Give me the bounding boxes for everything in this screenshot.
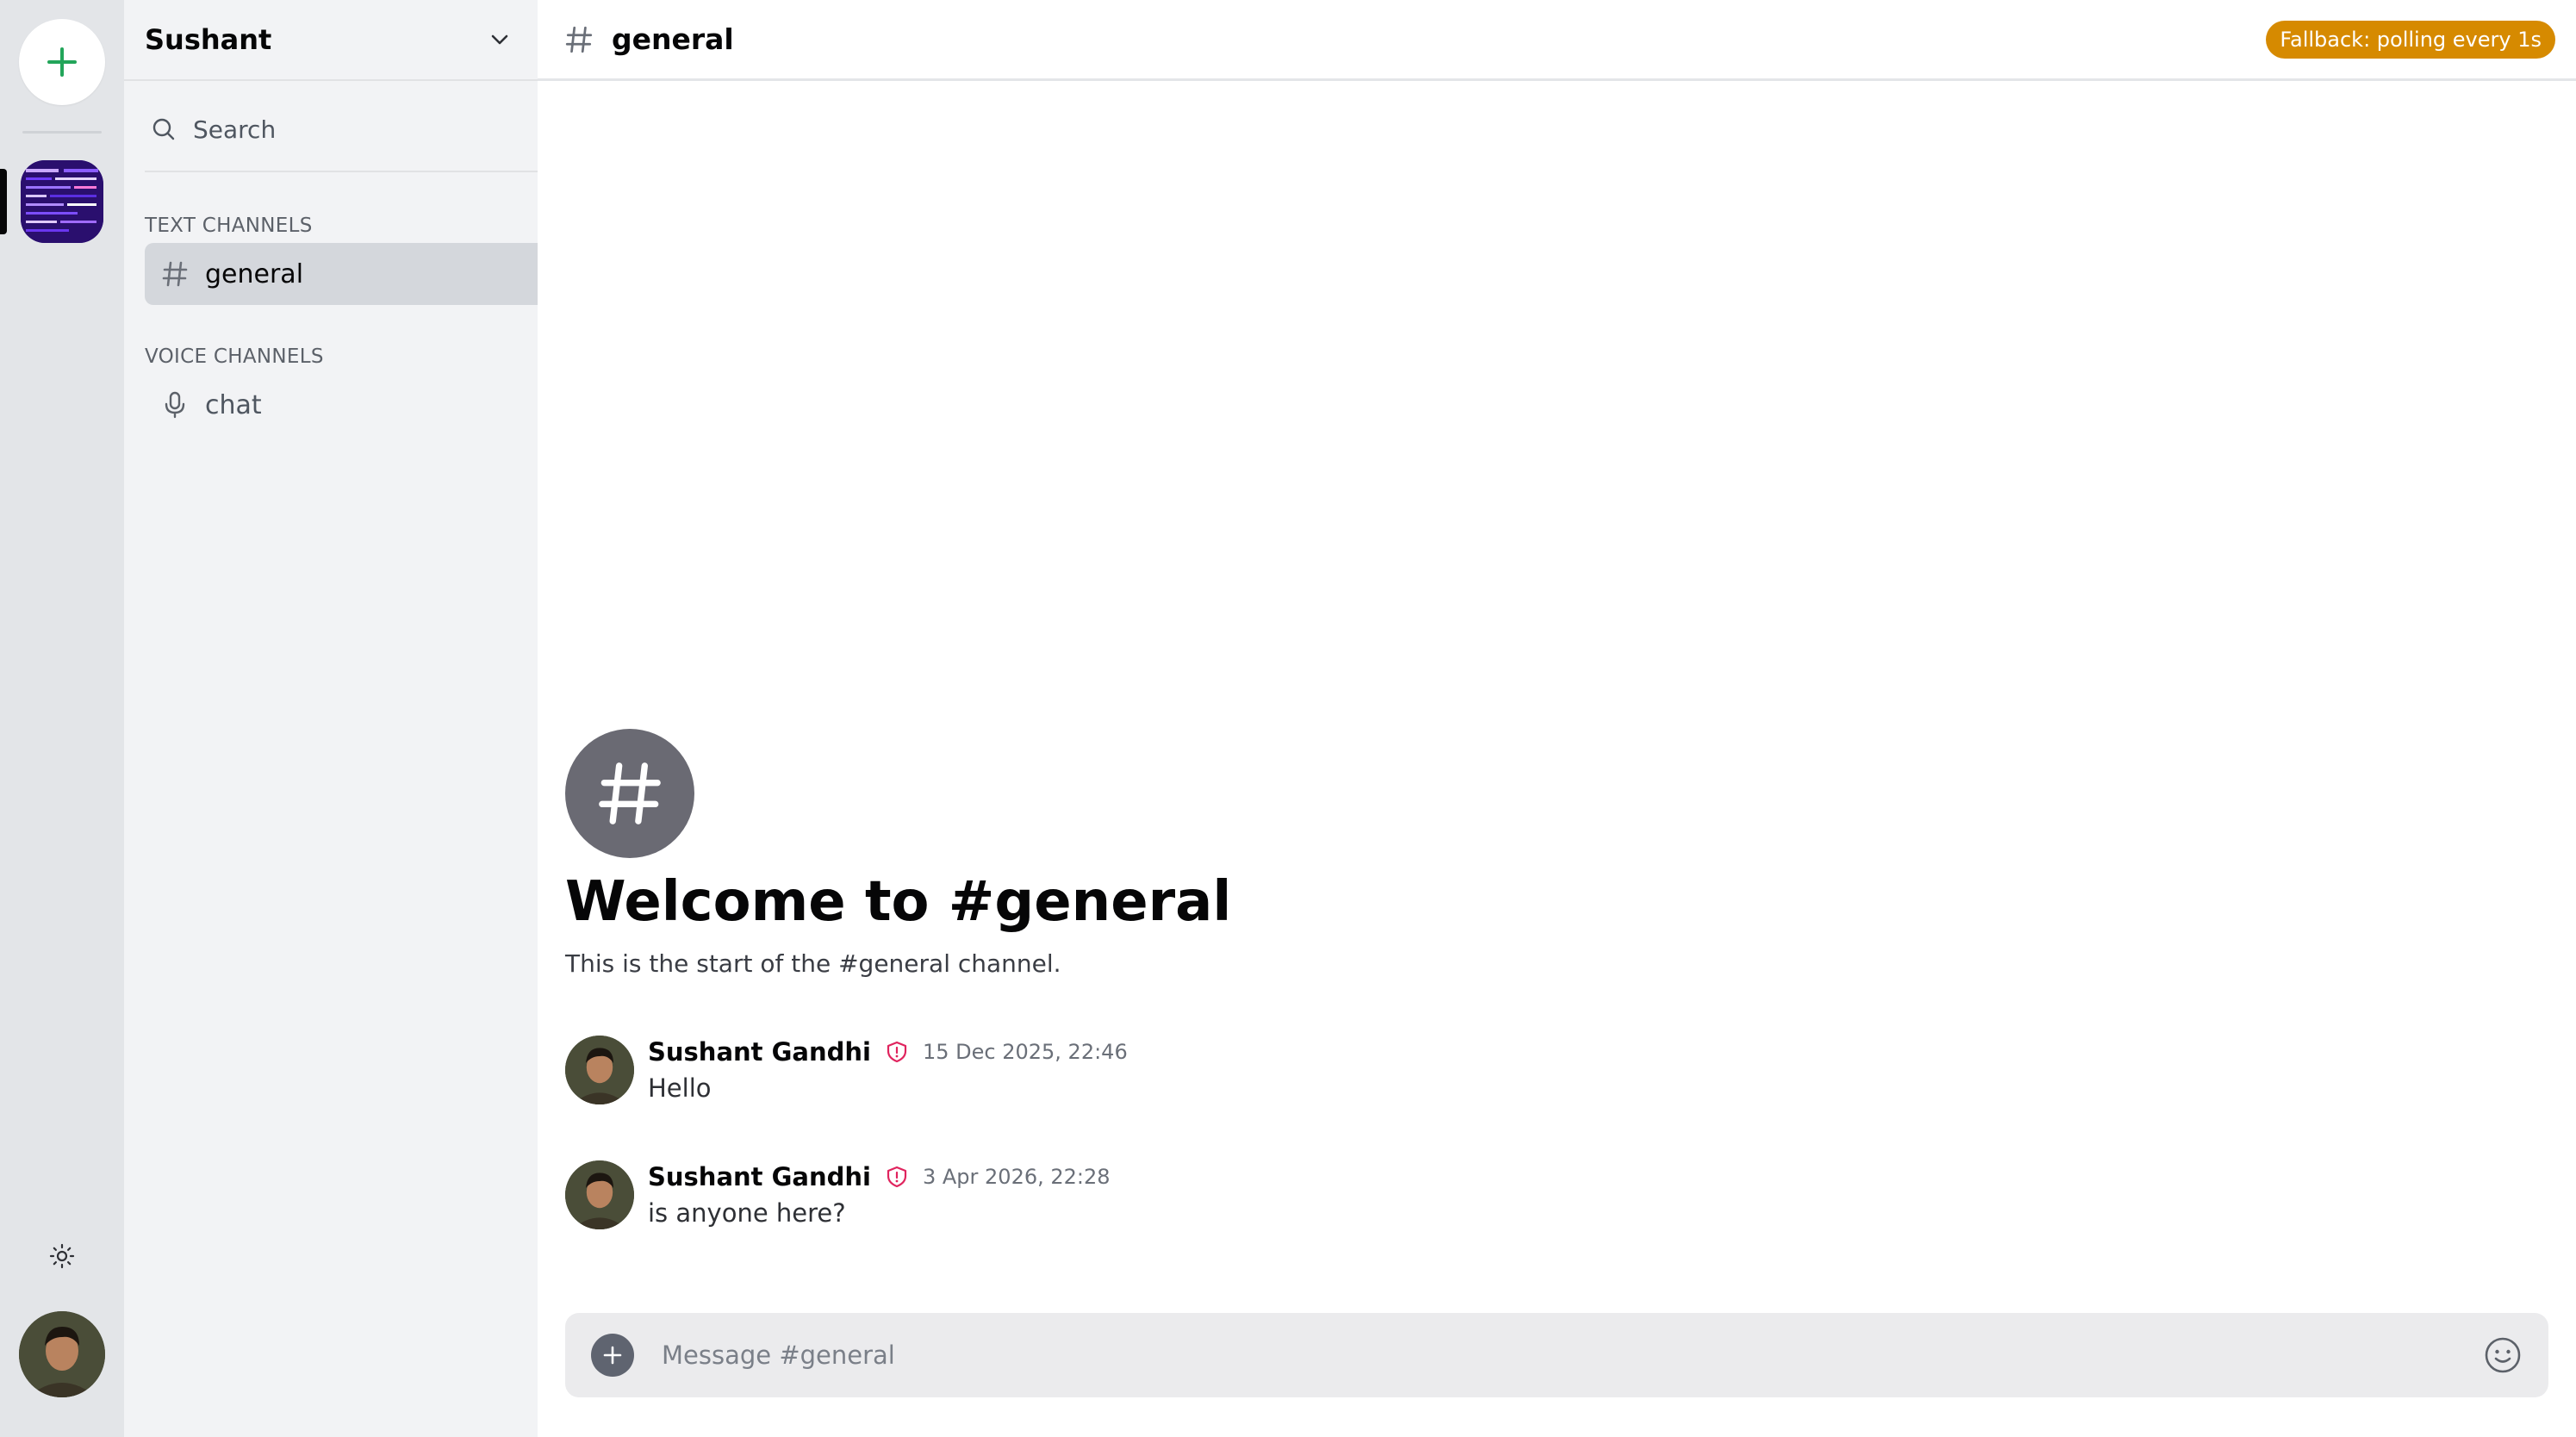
message-input[interactable]	[662, 1329, 2481, 1381]
hash-icon	[599, 762, 661, 824]
server-icon[interactable]	[21, 160, 103, 243]
emoji-icon	[2485, 1337, 2521, 1373]
theme-toggle-button[interactable]	[45, 1239, 79, 1273]
add-server-button[interactable]	[19, 19, 105, 105]
plus-icon	[603, 1346, 622, 1365]
hash-icon	[162, 261, 188, 287]
message-text: is anyone here?	[648, 1198, 846, 1228]
chat-area: general Fallback: polling every 1s Welco…	[538, 0, 2576, 1437]
server-name: Sushant	[145, 23, 272, 56]
status-badge: Fallback: polling every 1s	[2266, 20, 2555, 59]
message-item[interactable]: Sushant Gandhi 3 Apr 2026, 22:28 is anyo…	[565, 1160, 1599, 1238]
rail-divider	[22, 131, 102, 134]
attach-button[interactable]	[591, 1334, 634, 1377]
microphone-icon	[165, 391, 185, 419]
channel-welcome-icon	[565, 729, 694, 858]
hash-icon	[565, 26, 593, 53]
user-avatar[interactable]	[565, 1160, 634, 1229]
moderator-badge	[885, 1039, 911, 1065]
message-composer	[565, 1313, 2548, 1397]
shield-icon	[887, 1041, 907, 1063]
search-icon	[152, 118, 175, 140]
welcome-subtitle: This is the start of the #general channe…	[565, 949, 1061, 978]
channel-sidebar: Sushant Search ⌘ K TEXT CHANNELS	[124, 0, 641, 1437]
message-author[interactable]: Sushant Gandhi	[648, 1037, 871, 1067]
message-author[interactable]: Sushant Gandhi	[648, 1162, 871, 1191]
message-header: Sushant Gandhi 3 Apr 2026, 22:28	[648, 1162, 1111, 1191]
user-avatar[interactable]	[565, 1036, 634, 1104]
selected-server-indicator	[0, 169, 7, 234]
server-rail	[0, 0, 124, 1437]
channel-title: general	[612, 22, 734, 56]
channel-header: general Fallback: polling every 1s	[538, 0, 2576, 81]
plus-icon	[47, 47, 77, 77]
message-timestamp: 3 Apr 2026, 22:28	[922, 1165, 1111, 1189]
shield-icon	[887, 1166, 907, 1188]
sun-icon	[49, 1243, 75, 1269]
emoji-button[interactable]	[2481, 1334, 2524, 1377]
search-placeholder: Search	[193, 115, 277, 144]
moderator-badge	[885, 1164, 911, 1190]
user-avatar[interactable]	[19, 1311, 105, 1397]
server-header[interactable]: Sushant	[124, 0, 538, 81]
message-timestamp: 15 Dec 2025, 22:46	[922, 1040, 1128, 1064]
message-item[interactable]: Sushant Gandhi 15 Dec 2025, 22:46 Hello	[565, 1036, 1599, 1113]
chevron-down-icon[interactable]	[488, 28, 512, 52]
welcome-title: Welcome to #general	[565, 870, 1232, 934]
message-text: Hello	[648, 1073, 712, 1103]
message-header: Sushant Gandhi 15 Dec 2025, 22:46	[648, 1037, 1128, 1067]
